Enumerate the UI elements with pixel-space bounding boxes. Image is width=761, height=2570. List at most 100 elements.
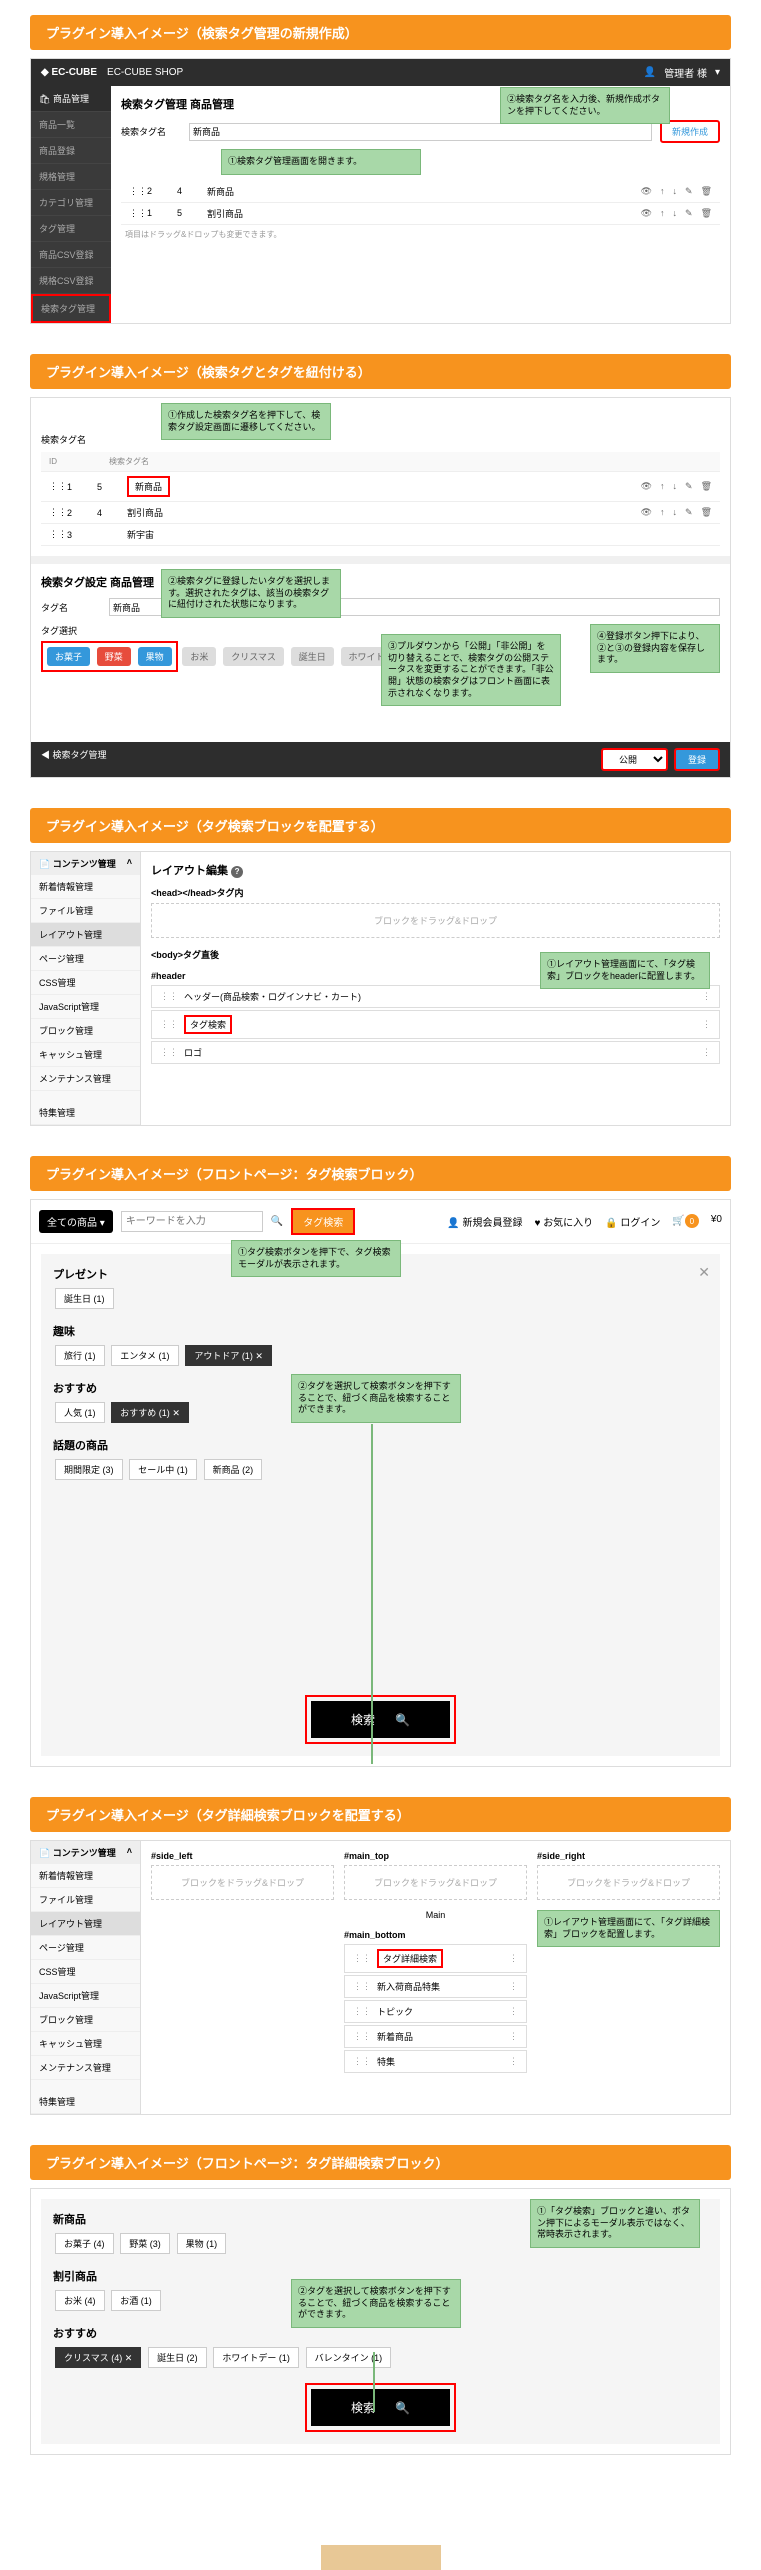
edit-icon[interactable]: ✎ <box>685 507 693 518</box>
drag-icon[interactable]: ⋮⋮ <box>353 2056 371 2067</box>
drag-icon[interactable]: ⋮⋮ <box>129 208 147 219</box>
menu-icon[interactable]: ⋮ <box>509 2006 518 2017</box>
sidebar-item[interactable]: ページ管理 <box>31 1936 140 1960</box>
search-icon[interactable]: 🔍 <box>271 1216 283 1227</box>
block-item[interactable]: ⋮⋮ロゴ⋮ <box>151 1041 720 1064</box>
tag-item[interactable]: 期間限定 (3) <box>55 1459 123 1480</box>
tag-item[interactable]: 誕生日 (2) <box>148 2347 207 2368</box>
edit-icon[interactable]: ✎ <box>685 481 693 492</box>
sidebar-item-layout[interactable]: レイアウト管理 <box>31 923 140 947</box>
tag-pill[interactable]: お菓子 <box>47 647 90 666</box>
menu-icon[interactable]: ⋮ <box>509 1981 518 1992</box>
block-item[interactable]: ⋮⋮トピック⋮ <box>344 2000 527 2023</box>
drag-icon[interactable]: ⋮⋮ <box>49 507 67 518</box>
tag-item[interactable]: お米 (4) <box>55 2290 105 2311</box>
search-input[interactable] <box>121 1211 263 1232</box>
sidebar-item[interactable]: 🛍 商品管理 <box>31 86 111 112</box>
tag-pill[interactable]: 野菜 <box>97 647 131 666</box>
cart-icon[interactable]: 🛒0 <box>672 1214 698 1229</box>
tag-item[interactable]: バレンタイン (1) <box>306 2347 392 2368</box>
tag-item[interactable]: 誕生日 (1) <box>55 1288 114 1309</box>
sidebar-item[interactable]: メンテナンス管理 <box>31 2056 140 2080</box>
drag-icon[interactable]: ⋮⋮ <box>353 1981 371 1992</box>
register-button[interactable]: 登録 <box>674 748 720 771</box>
down-icon[interactable]: ↓ <box>673 481 678 492</box>
tag-item[interactable]: アウトドア (1) ✕ <box>185 1345 272 1366</box>
sidebar-item[interactable]: 特集管理 <box>31 2090 140 2114</box>
drag-icon[interactable]: ⋮⋮ <box>353 1953 371 1964</box>
sidebar-item[interactable]: CSS管理 <box>31 1960 140 1984</box>
menu-icon[interactable]: ⋮ <box>509 2056 518 2067</box>
tag-pill[interactable]: お米 <box>182 647 216 666</box>
chevron-up-icon[interactable]: ˄ <box>127 1846 132 1859</box>
sidebar-item[interactable]: 特集管理 <box>31 1101 140 1125</box>
tag-link[interactable]: 新商品 <box>127 476 170 497</box>
edit-icon[interactable]: ✎ <box>685 208 693 219</box>
close-icon[interactable]: ✕ <box>698 1264 710 1281</box>
block-item[interactable]: ⋮⋮新入荷商品特集⋮ <box>344 1975 527 1998</box>
search-button[interactable]: 検索🔍 <box>311 2389 450 2426</box>
sidebar-item[interactable]: 規格管理 <box>31 164 111 190</box>
login-link[interactable]: 🔒 ログイン <box>605 1214 660 1229</box>
tag-item[interactable]: 野菜 (3) <box>120 2233 170 2254</box>
sidebar-item[interactable]: JavaScript管理 <box>31 1984 140 2008</box>
sidebar-item[interactable]: 新着情報管理 <box>31 1864 140 1888</box>
sidebar-item[interactable]: キャッシュ管理 <box>31 2032 140 2056</box>
tag-item[interactable]: 旅行 (1) <box>55 1345 105 1366</box>
tag-name-input[interactable] <box>189 123 652 141</box>
down-icon[interactable]: ↓ <box>673 507 678 518</box>
delete-icon[interactable]: 🗑 <box>701 208 712 219</box>
sidebar-item[interactable]: ブロック管理 <box>31 2008 140 2032</box>
eye-icon[interactable]: 👁 <box>641 481 652 492</box>
sidebar-item-layout[interactable]: レイアウト管理 <box>31 1912 140 1936</box>
drag-icon[interactable]: ⋮⋮ <box>129 186 147 197</box>
drag-icon[interactable]: ⋮⋮ <box>160 1019 178 1030</box>
tag-item[interactable]: 新商品 (2) <box>204 1459 263 1480</box>
menu-icon[interactable]: ⋮ <box>702 1019 711 1030</box>
eye-icon[interactable]: 👁 <box>641 208 652 219</box>
fav-link[interactable]: ♥ お気に入り <box>534 1214 593 1229</box>
back-link[interactable]: ◀ 検索タグ管理 <box>41 748 595 771</box>
tag-item[interactable]: クリスマス (4) ✕ <box>55 2347 141 2368</box>
block-item[interactable]: ⋮⋮新着商品⋮ <box>344 2025 527 2048</box>
drag-icon[interactable]: ⋮⋮ <box>49 481 67 492</box>
drop-zone[interactable]: ブロックをドラッグ&ドロップ <box>344 1865 527 1900</box>
drag-icon[interactable]: ⋮⋮ <box>353 2006 371 2017</box>
sidebar-item[interactable]: キャッシュ管理 <box>31 1043 140 1067</box>
down-icon[interactable]: ↓ <box>673 208 678 219</box>
tag-pill[interactable]: 誕生日 <box>291 647 334 666</box>
sidebar-item[interactable]: メンテナンス管理 <box>31 1067 140 1091</box>
menu-icon[interactable]: ⋮ <box>509 2031 518 2042</box>
menu-icon[interactable]: ⋮ <box>702 991 711 1002</box>
drag-icon[interactable]: ⋮⋮ <box>160 1047 178 1058</box>
tag-item[interactable]: 果物 (1) <box>177 2233 227 2254</box>
sidebar-item[interactable]: タグ管理 <box>31 216 111 242</box>
search-button[interactable]: 検索🔍 <box>311 1701 450 1738</box>
sidebar-item[interactable]: ファイル管理 <box>31 1888 140 1912</box>
sidebar-item[interactable]: 規格CSV登録 <box>31 268 111 294</box>
category-select[interactable]: 全ての商品 ▾ <box>39 1210 113 1233</box>
sidebar-item[interactable]: 商品一覧 <box>31 112 111 138</box>
sidebar-item[interactable]: ファイル管理 <box>31 899 140 923</box>
drop-zone[interactable]: ブロックをドラッグ&ドロップ <box>151 903 720 938</box>
sidebar-item[interactable]: 商品登録 <box>31 138 111 164</box>
delete-icon[interactable]: 🗑 <box>701 507 712 518</box>
tag-item[interactable]: お酒 (1) <box>111 2290 161 2311</box>
eye-icon[interactable]: 👁 <box>641 186 652 197</box>
eye-icon[interactable]: 👁 <box>641 507 652 518</box>
tag-pill[interactable]: クリスマス <box>223 647 284 666</box>
sidebar-item-search-tag[interactable]: 検索タグ管理 <box>31 294 111 323</box>
sidebar-item[interactable]: 商品CSV登録 <box>31 242 111 268</box>
tag-item[interactable]: ホワイトデー (1) <box>213 2347 299 2368</box>
tag-item[interactable]: エンタメ (1) <box>111 1345 178 1366</box>
delete-icon[interactable]: 🗑 <box>701 186 712 197</box>
drag-icon[interactable]: ⋮⋮ <box>49 529 67 540</box>
sidebar-item[interactable]: 新着情報管理 <box>31 875 140 899</box>
sidebar-item[interactable]: JavaScript管理 <box>31 995 140 1019</box>
drop-zone[interactable]: ブロックをドラッグ&ドロップ <box>537 1865 720 1900</box>
tag-item[interactable]: 人気 (1) <box>55 1402 105 1423</box>
drag-icon[interactable]: ⋮⋮ <box>353 2031 371 2042</box>
block-item[interactable]: ⋮⋮特集⋮ <box>344 2050 527 2073</box>
tag-pill[interactable]: 果物 <box>138 647 172 666</box>
tag-item[interactable]: セール中 (1) <box>129 1459 197 1480</box>
